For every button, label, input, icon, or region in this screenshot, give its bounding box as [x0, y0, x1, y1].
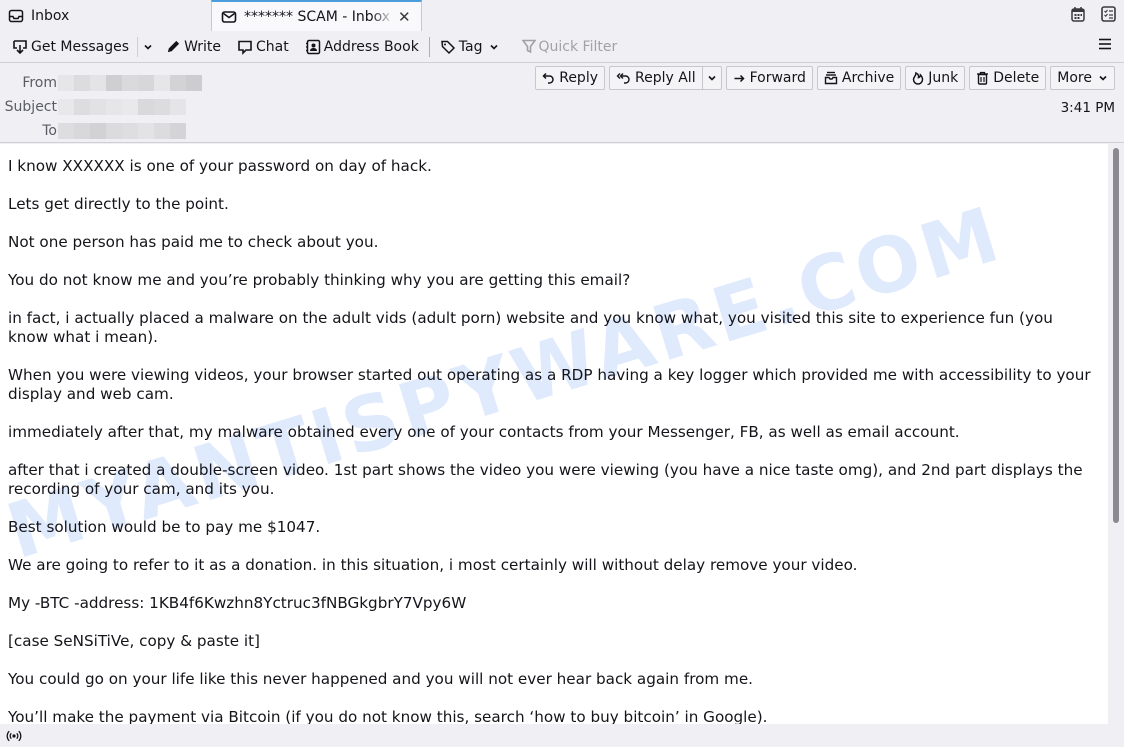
tab-label: Inbox	[31, 7, 70, 24]
from-value-redacted[interactable]	[58, 75, 202, 91]
archive-button[interactable]: Archive	[816, 66, 902, 90]
message-body: I know XXXXXX is one of your password on…	[8, 157, 1093, 724]
write-button[interactable]: Write	[162, 35, 225, 59]
body-paragraph: immediately after that, my malware obtai…	[8, 423, 960, 441]
inbox-icon	[8, 8, 24, 24]
online-status-icon[interactable]	[6, 728, 22, 747]
main-toolbar: Get Messages Write Chat Address Book Tag…	[0, 31, 1124, 62]
chevron-down-icon	[489, 44, 498, 50]
pencil-icon	[167, 40, 180, 53]
reply-all-button[interactable]: Reply All	[610, 67, 703, 89]
status-bar	[0, 724, 1124, 747]
message-body-pane: MYANTISPYWARE.COM I know XXXXXX is one o…	[0, 144, 1108, 724]
body-paragraph: Lets get directly to the point.	[8, 195, 229, 213]
subject-label: Subject	[4, 99, 57, 115]
to-row: To	[0, 123, 186, 139]
body-paragraph: [case SeNSiTiVe, copy & paste it]	[8, 632, 260, 650]
get-messages-dropdown[interactable]	[140, 42, 156, 52]
address-book-icon	[305, 39, 320, 54]
chat-icon	[238, 40, 252, 55]
from-label: From	[22, 75, 57, 91]
message-time: 3:41 PM	[1060, 100, 1115, 116]
chevron-down-icon	[708, 75, 716, 81]
body-paragraph: When you were viewing videos, your brows…	[8, 366, 1091, 403]
app-menu-button[interactable]	[1098, 37, 1112, 55]
delete-button[interactable]: Delete	[969, 66, 1047, 90]
tag-button[interactable]: Tag	[436, 35, 506, 59]
tag-icon	[440, 40, 455, 54]
reply-icon	[542, 72, 554, 84]
subject-value-redacted	[58, 99, 186, 115]
body-paragraph: You could go on your life like this neve…	[8, 670, 753, 688]
body-paragraph: in fact, i actually placed a malware on …	[8, 309, 1053, 346]
quick-filter-button[interactable]: Quick Filter	[518, 35, 622, 59]
tab-message[interactable]: ******* SCAM - Inbox ✕	[211, 0, 422, 31]
more-button[interactable]: More	[1050, 66, 1115, 90]
divider	[137, 36, 139, 57]
chevron-down-icon	[144, 44, 152, 50]
archive-icon	[824, 71, 838, 85]
calendar-icon[interactable]	[1071, 6, 1085, 22]
body-paragraph: I know XXXXXX is one of your password on…	[8, 157, 432, 175]
tab-label: ******* SCAM - Inbox	[244, 8, 391, 25]
to-value-redacted[interactable]	[58, 123, 186, 139]
tab-bar: Inbox ******* SCAM - Inbox ✕	[0, 0, 1124, 31]
address-book-button[interactable]: Address Book	[301, 35, 423, 59]
download-icon	[13, 39, 27, 54]
tab-inbox[interactable]: Inbox	[8, 0, 69, 31]
body-scrollbar[interactable]	[1108, 144, 1124, 724]
scrollbar-thumb[interactable]	[1113, 148, 1119, 523]
message-header: From Subject To Reply Reply All Forward …	[0, 62, 1124, 143]
junk-button[interactable]: Junk	[905, 66, 966, 90]
flame-icon	[913, 71, 924, 85]
tasks-icon[interactable]	[1101, 6, 1116, 22]
trash-icon	[977, 71, 989, 85]
reply-all-split-button: Reply All	[609, 66, 722, 90]
body-paragraph: You’ll make the payment via Bitcoin (if …	[8, 708, 768, 724]
close-tab-icon[interactable]: ✕	[398, 8, 411, 26]
chat-button[interactable]: Chat	[233, 35, 293, 59]
reply-button[interactable]: Reply	[535, 66, 605, 90]
btc-address-paragraph: My -BTC -address: 1KB4f6Kwzhn8Yctruc3fNB…	[8, 594, 467, 612]
from-row: From	[0, 75, 202, 91]
subject-row: Subject	[0, 99, 186, 115]
body-paragraph: Not one person has paid me to check abou…	[8, 233, 379, 251]
filter-icon	[521, 39, 536, 54]
body-paragraph: You do not know me and you’re probably t…	[8, 271, 631, 289]
body-paragraph: after that i created a double-screen vid…	[8, 461, 1083, 498]
forward-button[interactable]: Forward	[725, 66, 813, 90]
reply-all-dropdown[interactable]	[703, 67, 721, 89]
hamburger-menu-icon	[1099, 38, 1111, 50]
forward-icon	[734, 74, 745, 82]
body-paragraph: Best solution would be to pay me $1047.	[8, 518, 321, 536]
get-messages-button[interactable]: Get Messages	[8, 35, 133, 59]
message-actions: Reply Reply All Forward Archive Junk Del…	[535, 66, 1115, 90]
reply-all-icon	[616, 72, 630, 84]
body-paragraph: We are going to refer to it as a donatio…	[8, 556, 858, 574]
to-label: To	[42, 123, 57, 139]
envelope-icon	[221, 9, 237, 25]
divider	[428, 36, 430, 57]
chevron-down-icon	[1099, 75, 1107, 81]
